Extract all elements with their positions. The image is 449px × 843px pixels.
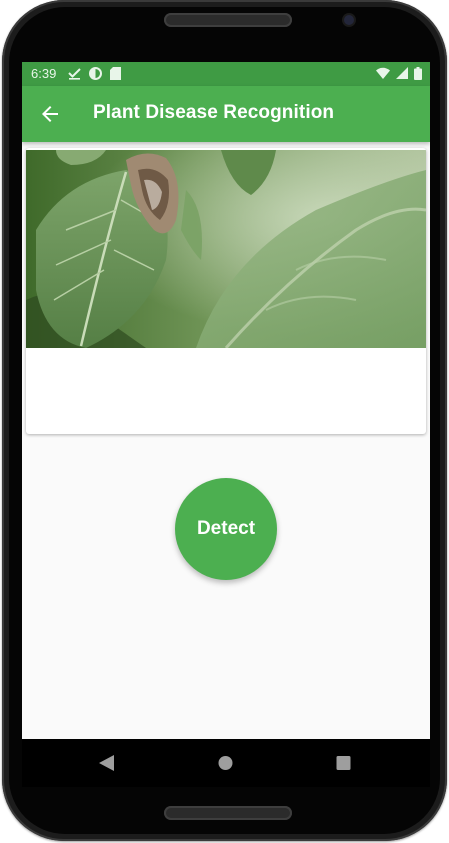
status-bar: 6:39 — [22, 62, 430, 86]
home-circle-icon[interactable] — [218, 755, 233, 771]
status-notification-icons — [68, 67, 121, 80]
top-speaker — [164, 13, 292, 27]
wifi-icon — [376, 67, 390, 79]
image-card — [26, 148, 426, 434]
back-triangle-icon[interactable] — [99, 755, 114, 771]
circle-half-icon — [89, 67, 102, 80]
signal-icon — [396, 67, 408, 79]
front-camera — [344, 15, 354, 25]
app-bar: Plant Disease Recognition — [22, 86, 430, 142]
status-time: 6:39 — [31, 66, 57, 81]
leaf-photo — [26, 150, 426, 348]
check-icon — [68, 68, 81, 80]
recents-square-icon[interactable] — [336, 755, 351, 771]
status-system-icons — [376, 67, 422, 80]
battery-icon — [414, 67, 422, 80]
bottom-speaker — [164, 806, 292, 820]
detect-button[interactable]: Detect — [175, 478, 277, 580]
page-title: Plant Disease Recognition — [93, 102, 335, 123]
nav-bar — [22, 739, 430, 787]
sd-card-icon — [110, 67, 121, 80]
screen: 6:39 Plant Disease Recognition Detect — [22, 62, 430, 739]
arrow-left-icon[interactable] — [38, 102, 62, 126]
